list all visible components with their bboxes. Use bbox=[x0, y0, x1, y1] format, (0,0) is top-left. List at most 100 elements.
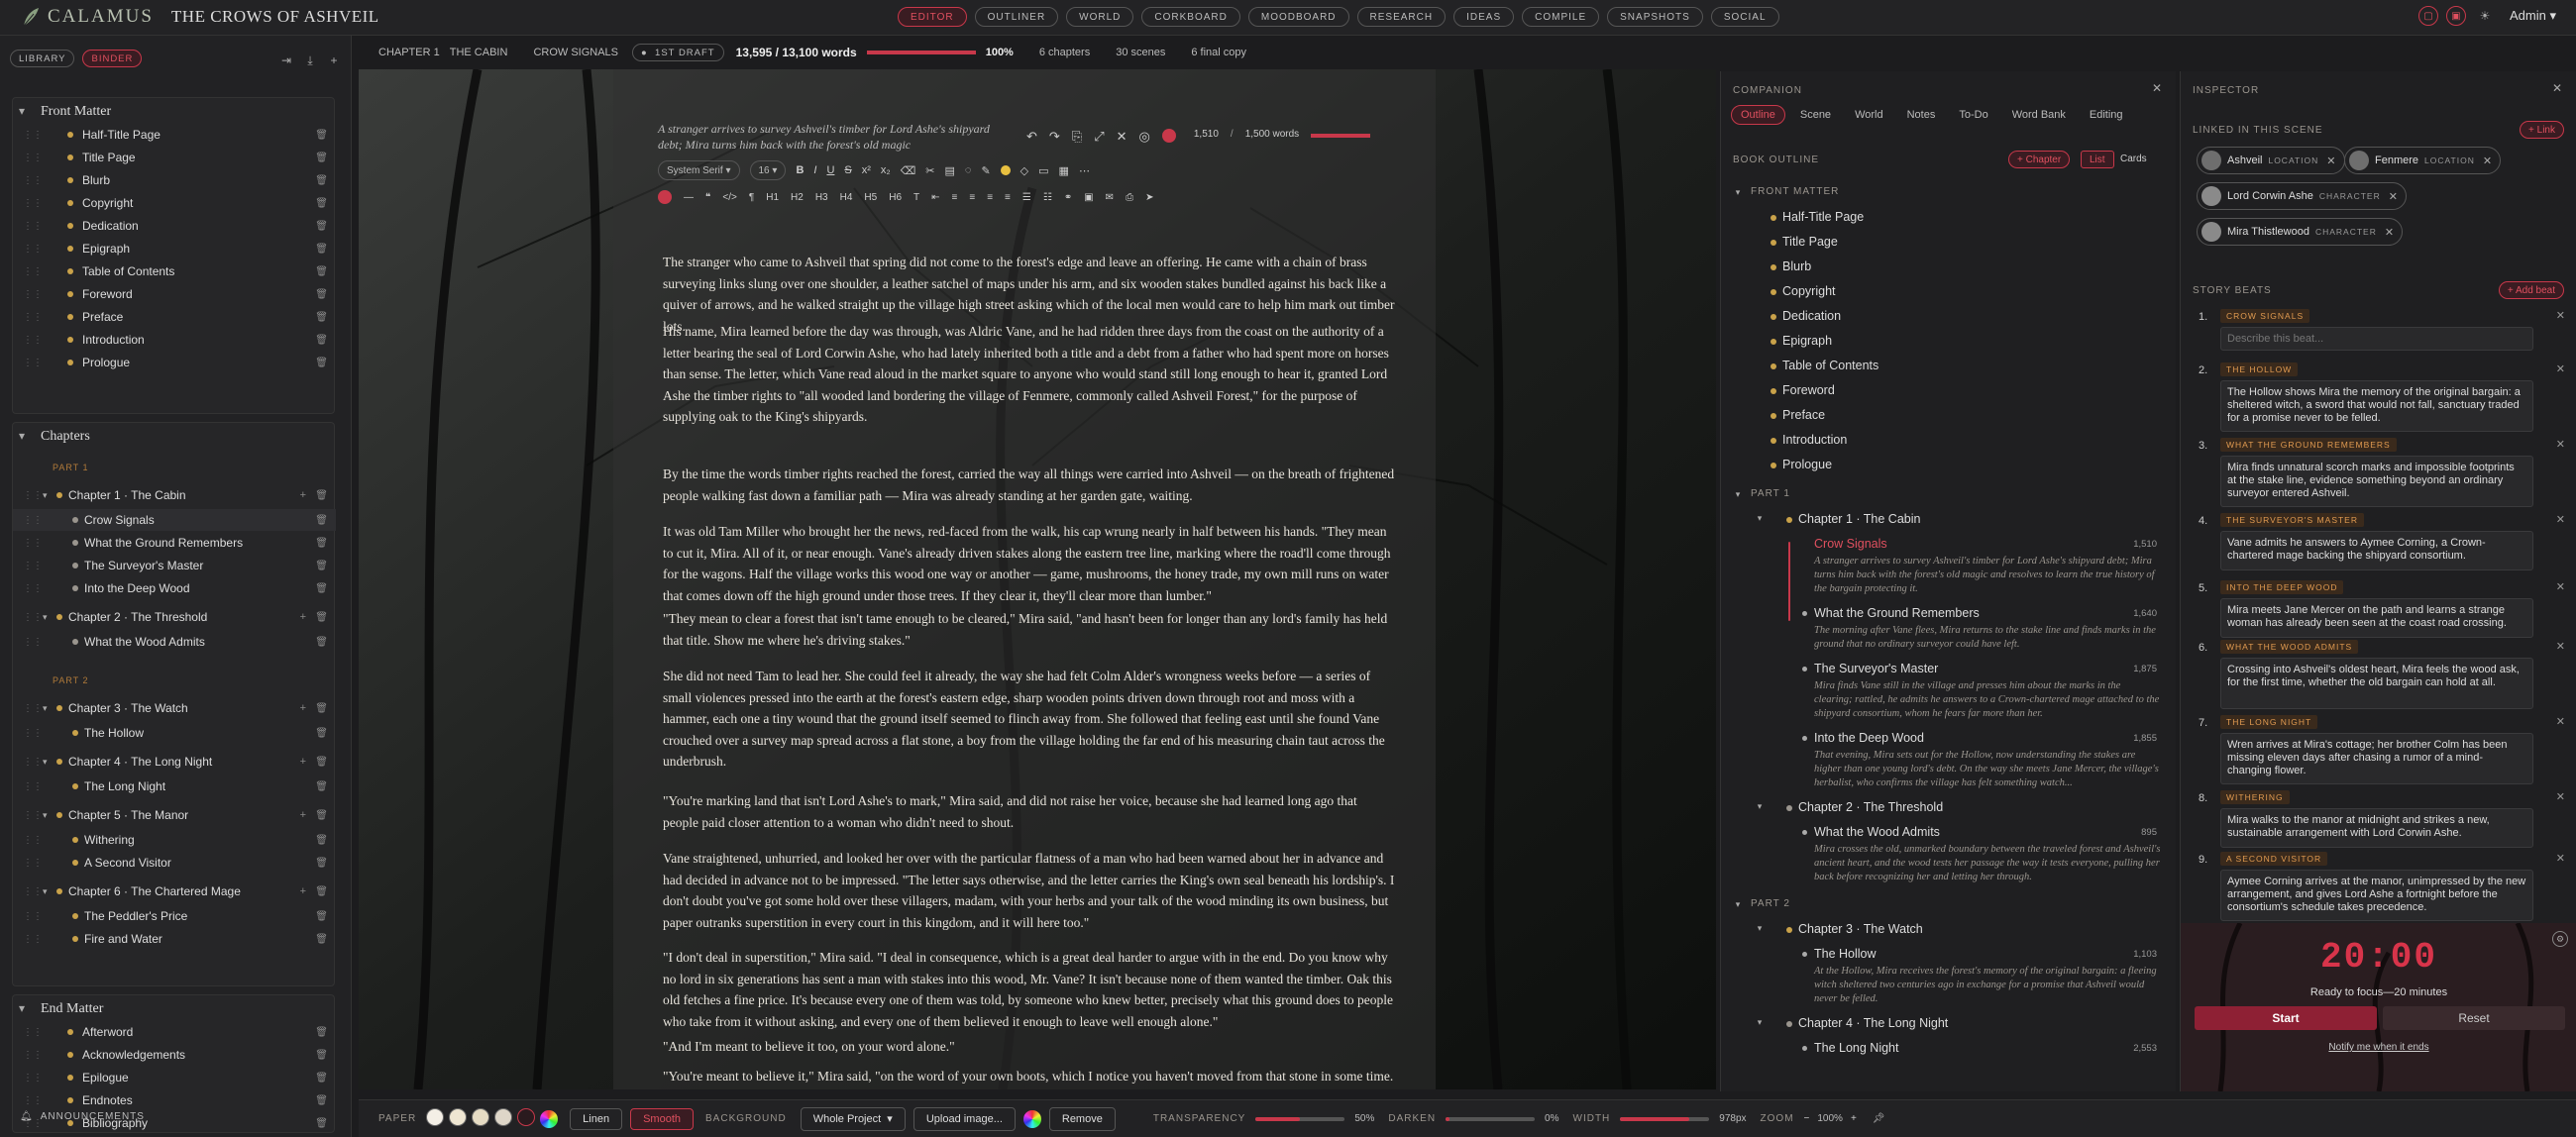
mode-tab-world[interactable]: WORLD bbox=[1066, 7, 1134, 27]
delete-icon[interactable]: 🗑︎ bbox=[315, 358, 328, 368]
manuscript-paragraph[interactable]: It was old Tam Miller who brought her th… bbox=[663, 521, 1396, 606]
color-picker-icon[interactable] bbox=[540, 1109, 559, 1128]
companion-tab-notes[interactable]: Notes bbox=[1898, 105, 1945, 125]
font-select[interactable]: System Serif ▾ bbox=[658, 160, 740, 180]
more-icon[interactable]: ⋯ bbox=[1079, 164, 1090, 177]
drag-handle-icon[interactable]: ⋮⋮ bbox=[23, 1050, 43, 1061]
chapter-item[interactable]: ⋮⋮ ▾ Chapter 6 · The Chartered Mage + 🗑︎ bbox=[13, 880, 336, 902]
chapter-item[interactable]: ⋮⋮ ▾ Chapter 3 · The Watch + 🗑︎ bbox=[13, 697, 336, 719]
zoom-in-icon[interactable]: + bbox=[1851, 1113, 1857, 1124]
align-right-icon[interactable]: ≡ bbox=[987, 192, 993, 203]
breadcrumb-scene[interactable]: CROW SIGNALS bbox=[533, 47, 618, 58]
manuscript-paragraph[interactable]: "They mean to clear a forest that isn't … bbox=[663, 608, 1396, 651]
beat-description[interactable]: The Hollow shows Mira the memory of the … bbox=[2220, 380, 2533, 432]
drag-handle-icon[interactable]: ⋮⋮ bbox=[23, 757, 43, 768]
manuscript-paragraph[interactable]: She did not need Tam to lead her. She co… bbox=[663, 666, 1396, 773]
delete-icon[interactable]: 🗑︎ bbox=[315, 515, 328, 526]
undo-icon[interactable]: ↶ bbox=[1026, 129, 1037, 145]
align-center-icon[interactable]: ≡ bbox=[969, 192, 975, 203]
remove-link-icon[interactable]: ✕ bbox=[2385, 226, 2394, 239]
timer-start-button[interactable]: Start bbox=[2195, 1006, 2377, 1030]
drag-handle-icon[interactable]: ⋮⋮ bbox=[23, 538, 43, 549]
width-slider[interactable] bbox=[1620, 1116, 1710, 1121]
scene-item[interactable]: ⋮⋮ A Second Visitor 🗑︎ bbox=[13, 852, 336, 874]
focus-mode-icon[interactable]: ▢ bbox=[2418, 6, 2438, 26]
scene-item[interactable]: ⋮⋮ Withering 🗑︎ bbox=[13, 829, 336, 851]
tab-library[interactable]: LIBRARY bbox=[10, 50, 75, 67]
drag-handle-icon[interactable]: ⋮⋮ bbox=[23, 490, 43, 501]
close-inspector-icon[interactable]: ✕ bbox=[2548, 79, 2566, 97]
numbered-list-icon[interactable]: ☷ bbox=[1043, 192, 1052, 203]
paper-swatch[interactable] bbox=[472, 1108, 490, 1126]
delete-icon[interactable]: 🗑︎ bbox=[315, 153, 328, 163]
beat-scene-tag[interactable]: INTO THE DEEP WOOD bbox=[2220, 580, 2344, 594]
note-icon[interactable]: ▭ bbox=[1038, 164, 1048, 177]
link-icon[interactable]: ⚭ bbox=[1064, 192, 1072, 203]
delete-icon[interactable]: 🗑︎ bbox=[315, 130, 328, 141]
drag-handle-icon[interactable]: ⋮⋮ bbox=[23, 934, 43, 945]
binder-item[interactable]: ⋮⋮ Afterword 🗑︎ bbox=[13, 1021, 336, 1043]
delete-beat-icon[interactable]: ✕ bbox=[2556, 640, 2565, 653]
align-left-icon[interactable]: ≡ bbox=[952, 192, 958, 203]
outline-scene-title[interactable]: The Hollow bbox=[1814, 947, 1877, 961]
beat-description[interactable]: Mira finds unnatural scorch marks and im… bbox=[2220, 456, 2533, 507]
outline-item[interactable]: Dedication bbox=[1782, 309, 1841, 323]
beat-scene-tag[interactable]: WHAT THE WOOD ADMITS bbox=[2220, 640, 2359, 654]
drag-handle-icon[interactable]: ⋮⋮ bbox=[23, 335, 43, 346]
outline-scene-title[interactable]: The Long Night bbox=[1814, 1041, 1898, 1055]
beat-scene-tag[interactable]: A SECOND VISITOR bbox=[2220, 852, 2328, 866]
drag-handle-icon[interactable]: ⋮⋮ bbox=[23, 781, 43, 792]
redo-icon[interactable]: ↷ bbox=[1049, 129, 1060, 145]
companion-tab-editing[interactable]: Editing bbox=[2081, 105, 2132, 125]
add-scene-icon[interactable]: + bbox=[300, 611, 306, 623]
bold-icon[interactable]: B bbox=[796, 164, 804, 176]
drag-handle-icon[interactable]: ⋮⋮ bbox=[23, 1095, 43, 1106]
italic-icon[interactable]: I bbox=[813, 164, 816, 176]
scene-item[interactable]: ⋮⋮ The Peddler's Price 🗑︎ bbox=[13, 905, 336, 927]
binder-item[interactable]: ⋮⋮ Prologue 🗑︎ bbox=[13, 352, 336, 373]
binder-item[interactable]: ⋮⋮ Table of Contents 🗑︎ bbox=[13, 260, 336, 282]
scene-item[interactable]: ⋮⋮ Fire and Water 🗑︎ bbox=[13, 928, 336, 950]
linked-entity-chip[interactable]: Ashveil LOCATION ✕ bbox=[2197, 147, 2345, 174]
delete-icon[interactable]: 🗑︎ bbox=[315, 728, 328, 739]
delete-icon[interactable]: 🗑︎ bbox=[315, 781, 328, 792]
beat-scene-tag[interactable]: WITHERING bbox=[2220, 790, 2290, 804]
expand-chevron-icon[interactable]: ▾ bbox=[1751, 797, 1769, 815]
quote-icon[interactable]: ❝ bbox=[705, 192, 710, 203]
outline-item[interactable]: Chapter 2 · The Threshold bbox=[1798, 800, 1943, 814]
delete-icon[interactable]: 🗑︎ bbox=[315, 175, 328, 186]
drag-handle-icon[interactable]: ⋮⋮ bbox=[23, 358, 43, 368]
h3-icon[interactable]: H3 bbox=[815, 192, 828, 203]
binder-item[interactable]: ⋮⋮ Blurb 🗑︎ bbox=[13, 169, 336, 191]
dictation-icon[interactable] bbox=[658, 190, 672, 204]
darken-slider[interactable] bbox=[1446, 1116, 1536, 1121]
expand-chevron-icon[interactable]: ▾ bbox=[43, 886, 48, 897]
h6-icon[interactable]: H6 bbox=[889, 192, 902, 203]
binder-item[interactable]: ⋮⋮ Foreword 🗑︎ bbox=[13, 283, 336, 305]
add-chapter-button[interactable]: + Chapter bbox=[2008, 151, 2071, 168]
announcements-link[interactable]: 🔔︎ ANNOUNCEMENTS bbox=[20, 1111, 145, 1122]
scene-item[interactable]: ⋮⋮ The Hollow 🗑︎ bbox=[13, 722, 336, 744]
paper-swatch[interactable] bbox=[517, 1108, 536, 1126]
timer-reset-button[interactable]: Reset bbox=[2383, 1006, 2565, 1030]
binder-item[interactable]: ⋮⋮ Epilogue 🗑︎ bbox=[13, 1067, 336, 1088]
delete-icon[interactable]: 🗑︎ bbox=[315, 266, 328, 277]
typewriter-mode-icon[interactable]: ▣ bbox=[2446, 6, 2466, 26]
manuscript-paragraph[interactable]: "And I'm meant to believe it too, on you… bbox=[663, 1036, 1396, 1058]
delete-icon[interactable]: 🗑︎ bbox=[315, 289, 328, 300]
paper-swatch[interactable] bbox=[449, 1108, 468, 1126]
linked-entity-chip[interactable]: Fenmere LOCATION ✕ bbox=[2344, 147, 2502, 174]
drag-handle-icon[interactable]: ⋮⋮ bbox=[23, 637, 43, 648]
delete-beat-icon[interactable]: ✕ bbox=[2556, 852, 2565, 865]
email-icon[interactable]: ✉ bbox=[1106, 192, 1114, 203]
export-doc-icon[interactable]: ⎙ bbox=[1126, 192, 1133, 203]
close-companion-icon[interactable]: ✕ bbox=[2148, 79, 2166, 97]
manuscript-paragraph[interactable]: "I don't deal in superstition," Mira sai… bbox=[663, 947, 1396, 1032]
outline-item[interactable]: Preface bbox=[1782, 408, 1825, 422]
outline-item[interactable]: Foreword bbox=[1782, 383, 1835, 397]
drag-handle-icon[interactable]: ⋮⋮ bbox=[23, 198, 43, 209]
manuscript-paragraph[interactable]: "You're meant to believe it," Mira said,… bbox=[663, 1066, 1396, 1087]
paper-swatch[interactable] bbox=[426, 1108, 445, 1126]
delete-icon[interactable]: 🗑︎ bbox=[315, 1095, 328, 1106]
drag-handle-icon[interactable]: ⋮⋮ bbox=[23, 1027, 43, 1038]
